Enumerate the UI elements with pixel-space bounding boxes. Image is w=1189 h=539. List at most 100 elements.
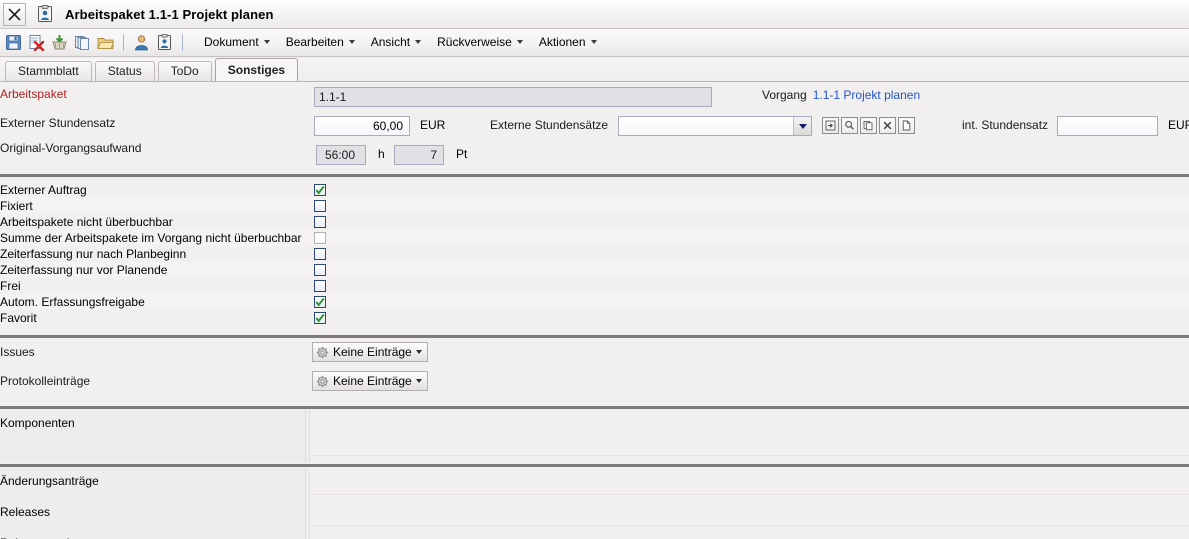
- checkbox-row-autom-erfassungsfreigabe: Autom. Erfassungsfreigabe: [0, 294, 1189, 310]
- checkbox-label-favorit: Favorit: [0, 311, 37, 325]
- externer-stundensatz-unit: EUR: [420, 118, 445, 132]
- clipboard-person-icon[interactable]: [154, 32, 175, 53]
- section-separator-4: [0, 464, 1189, 467]
- externe-stundensaetze-label: Externe Stundensätze: [490, 118, 608, 132]
- chevron-down-icon: [799, 124, 807, 129]
- checkbox-zeiterfassung-vor-planende[interactable]: [314, 264, 326, 276]
- delete-icon[interactable]: [26, 32, 47, 53]
- issues-label: Issues: [0, 345, 35, 359]
- checkbox-autom-erfassungsfreigabe[interactable]: [314, 296, 326, 308]
- checkbox-row-favorit: Favorit: [0, 310, 1189, 326]
- checkbox-label-frei: Frei: [0, 279, 21, 293]
- tab-todo[interactable]: ToDo: [158, 61, 212, 81]
- aenderungsantraege-label: Änderungsanträge: [0, 474, 99, 488]
- clipboard-person-icon: [35, 4, 55, 24]
- add-to-basket-icon[interactable]: [49, 32, 70, 53]
- save-icon[interactable]: [3, 32, 24, 53]
- menu-ansicht[interactable]: Ansicht: [363, 32, 429, 53]
- user-icon[interactable]: [131, 32, 152, 53]
- chevron-down-icon: [264, 40, 270, 44]
- checkbox-label-zeiterfassung-nach-planbeginn: Zeiterfassung nur nach Planbeginn: [0, 247, 186, 261]
- toolbar-separator-2: [182, 34, 185, 51]
- checkbox-arbeitspakete-nicht-ueberbuchbar[interactable]: [314, 216, 326, 228]
- checkbox-externer-auftrag[interactable]: [314, 184, 326, 196]
- copy-icon[interactable]: [72, 32, 93, 53]
- section-separator-2: [0, 335, 1189, 338]
- close-icon: [7, 7, 22, 22]
- toolbar-separator: [123, 34, 126, 51]
- protokolleintraege-dropdown-button[interactable]: Keine Einträge: [312, 371, 428, 391]
- menu-dokument[interactable]: Dokument: [196, 32, 278, 53]
- chevron-down-icon: [416, 350, 422, 354]
- checkbox-row-zeiterfassung-nach-planbeginn: Zeiterfassung nur nach Planbeginn: [0, 246, 1189, 262]
- copy-icon[interactable]: [860, 117, 877, 134]
- menu-rueckverweise[interactable]: Rückverweise: [429, 32, 531, 53]
- panel-komponenten: Komponenten: [0, 410, 1189, 462]
- original-vorgangsaufwand-hours[interactable]: [316, 145, 366, 165]
- protokolleintraege-dropdown-label: Keine Einträge: [333, 374, 412, 388]
- externe-stundensaetze-actions: [822, 117, 917, 134]
- komponenten-label: Komponenten: [0, 416, 75, 430]
- title-bar: Arbeitspaket 1.1-1 Projekt planen: [0, 0, 1189, 29]
- original-vorgangsaufwand-points-unit: Pt: [456, 147, 467, 161]
- externe-stundensaetze-combo[interactable]: [618, 116, 812, 136]
- goto-icon[interactable]: [822, 117, 839, 134]
- arbeitspaket-label: Arbeitspaket: [0, 87, 310, 101]
- tab-bar: Stammblatt Status ToDo Sonstiges: [0, 58, 1189, 82]
- menu-rueckverweise-label: Rückverweise: [437, 35, 512, 49]
- panel-aenderungsantraege: Änderungsanträge Releases Releaseversion…: [0, 468, 1189, 539]
- menu-bearbeiten[interactable]: Bearbeiten: [278, 32, 363, 53]
- checkbox-fixiert[interactable]: [314, 200, 326, 212]
- checkbox-zeiterfassung-nach-planbeginn[interactable]: [314, 248, 326, 260]
- tab-status[interactable]: Status: [95, 61, 155, 81]
- vorgang-label: Vorgang: [762, 88, 807, 102]
- original-vorgangsaufwand-hours-unit: h: [378, 147, 385, 161]
- close-button[interactable]: [3, 3, 26, 26]
- window-title: Arbeitspaket 1.1-1 Projekt planen: [65, 7, 273, 22]
- field-row-original-vorgangsaufwand: Original-Vorgangsaufwand: [0, 141, 141, 155]
- vorgang-link[interactable]: 1.1-1 Projekt planen: [813, 88, 920, 102]
- checkbox-favorit[interactable]: [314, 312, 326, 324]
- menu-bar: Dokument Bearbeiten Ansicht Rückverweise…: [196, 32, 605, 53]
- original-vorgangsaufwand-points[interactable]: [394, 145, 444, 165]
- issues-dropdown-button[interactable]: Keine Einträge: [312, 342, 428, 362]
- form-area: Arbeitspaket Vorgang 1.1-1 Projekt plane…: [0, 83, 1189, 539]
- toolbar: Dokument Bearbeiten Ansicht Rückverweise…: [0, 29, 1189, 57]
- checkbox-label-externer-auftrag: Externer Auftrag: [0, 183, 87, 197]
- chevron-down-icon: [415, 40, 421, 44]
- releases-label: Releases: [0, 505, 50, 519]
- checkbox-frei[interactable]: [314, 280, 326, 292]
- int-stundensatz-input[interactable]: [1057, 116, 1158, 136]
- gear-icon: [316, 375, 329, 388]
- menu-aktionen-label: Aktionen: [539, 35, 586, 49]
- field-row-arbeitspaket: Arbeitspaket: [0, 87, 310, 101]
- panel-aenderungsantraege-right[interactable]: [311, 468, 1189, 539]
- aenderungsantraege-vline: [305, 468, 306, 539]
- checkbox-row-fixiert: Fixiert: [0, 198, 1189, 214]
- arbeitspaket-input[interactable]: [314, 87, 712, 107]
- checkbox-label-fixiert: Fixiert: [0, 199, 33, 213]
- menu-aktionen[interactable]: Aktionen: [531, 32, 605, 53]
- menu-ansicht-label: Ansicht: [371, 35, 410, 49]
- clear-icon[interactable]: [879, 117, 896, 134]
- chevron-down-icon: [416, 379, 422, 383]
- externe-stundensaetze-dropdown-button[interactable]: [793, 117, 811, 135]
- application-window: Arbeitspaket 1.1-1 Projekt planen: [0, 0, 1189, 539]
- open-folder-icon[interactable]: [95, 32, 116, 53]
- new-document-icon[interactable]: [898, 117, 915, 134]
- komponenten-row-line: [311, 455, 1189, 456]
- externer-stundensatz-input[interactable]: [314, 116, 410, 136]
- section-separator-3: [0, 406, 1189, 409]
- checkbox-label-autom-erfassungsfreigabe: Autom. Erfassungsfreigabe: [0, 295, 145, 309]
- checkbox-row-arbeitspakete-nicht-ueberbuchbar: Arbeitspakete nicht überbuchbar: [0, 214, 1189, 230]
- checkbox-label-arbeitspakete-nicht-ueberbuchbar: Arbeitspakete nicht überbuchbar: [0, 215, 173, 229]
- tab-stammblatt[interactable]: Stammblatt: [5, 61, 92, 81]
- checkbox-row-summe-arbeitspakete: Summe der Arbeitspakete im Vorgang nicht…: [0, 230, 1189, 246]
- tab-sonstiges[interactable]: Sonstiges: [215, 58, 298, 81]
- search-icon[interactable]: [841, 117, 858, 134]
- menu-bearbeiten-label: Bearbeiten: [286, 35, 344, 49]
- komponenten-vline: [305, 410, 306, 462]
- releases-row-line: [311, 525, 1189, 526]
- externe-stundensaetze-value: [619, 117, 793, 135]
- issues-dropdown-label: Keine Einträge: [333, 345, 412, 359]
